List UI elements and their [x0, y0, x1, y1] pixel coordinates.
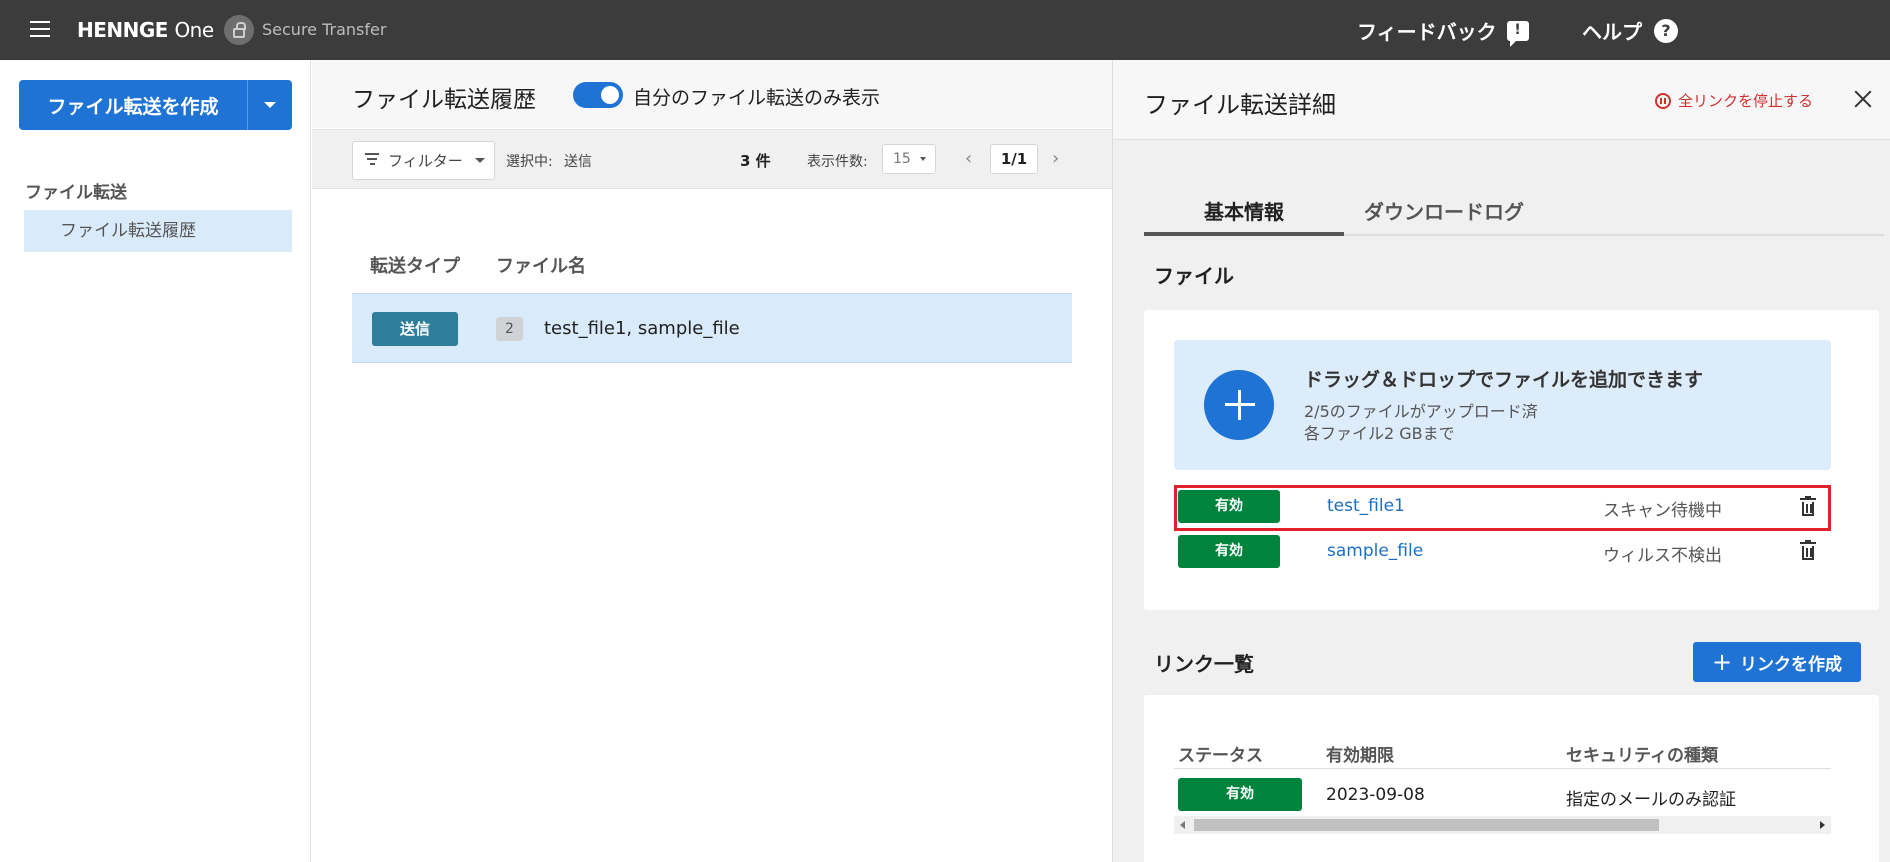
table-row[interactable]: 送信 2 test_file1, sample_file — [352, 293, 1072, 363]
tab-download-log[interactable]: ダウンロードログ — [1344, 192, 1544, 236]
feedback-icon: ! — [1506, 20, 1529, 47]
stop-all-links-button[interactable]: 全リンクを停止する — [1655, 90, 1813, 111]
file-row: 有効 test_file1 スキャン待機中 — [1174, 485, 1831, 531]
filter-button[interactable]: フィルター — [352, 141, 495, 180]
plus-icon: + — [1711, 648, 1733, 676]
menu-icon[interactable] — [30, 21, 50, 37]
own-transfers-toggle-label: 自分のファイル転送のみ表示 — [633, 87, 881, 109]
per-page-select[interactable]: 15 — [882, 144, 936, 174]
next-page-icon[interactable]: › — [1052, 148, 1059, 169]
column-header-expiry: 有効期限 — [1326, 746, 1394, 766]
scrollbar-thumb[interactable] — [1194, 819, 1659, 831]
detail-header: ファイル転送詳細 全リンクを停止する — [1113, 60, 1890, 140]
caret-down-icon — [474, 158, 485, 163]
create-link-button[interactable]: + リンクを作成 — [1693, 642, 1861, 682]
secure-transfer-lock-icon — [224, 15, 254, 45]
delete-icon[interactable] — [1800, 540, 1816, 561]
page-indicator[interactable]: 1/1 — [990, 144, 1038, 174]
prev-page-icon[interactable]: ‹ — [965, 148, 972, 169]
transfer-history-panel: ファイル転送履歴 自分のファイル転送のみ表示 フィルター 選択中: 送信 3 件… — [312, 60, 1112, 862]
create-transfer-split-button: ファイル転送を作成 — [19, 80, 292, 130]
files-section-title: ファイル — [1154, 264, 1234, 288]
file-count-badge: 2 — [496, 317, 523, 341]
pause-icon — [1655, 92, 1671, 109]
selected-value: 送信 — [564, 154, 592, 170]
files-card: ドラッグ＆ドロップでファイルを追加できます 2/5のファイルがアップロード済 各… — [1144, 310, 1879, 610]
scan-status: スキャン待機中 — [1603, 501, 1722, 521]
sidebar-section-title: ファイル転送 — [25, 183, 127, 203]
scroll-right-icon[interactable] — [1820, 821, 1825, 829]
history-toolbar: フィルター 選択中: 送信 3 件 表示件数: 15 ‹ 1/1 › — [312, 129, 1112, 189]
page-title: ファイル転送履歴 — [352, 87, 536, 113]
file-status-badge: 有効 — [1178, 535, 1280, 568]
result-count: 3 件 — [740, 152, 771, 170]
column-header-security: セキュリティの種類 — [1566, 746, 1718, 766]
per-page-value: 15 — [893, 151, 911, 167]
sidebar-item-transfer-history[interactable]: ファイル転送履歴 — [24, 210, 292, 252]
sidebar: ファイル転送を作成 ファイル転送 ファイル転送履歴 — [0, 60, 311, 862]
filter-icon — [365, 153, 379, 168]
brand-logo: HENNGE One — [77, 18, 214, 42]
feedback-link[interactable]: フィードバック ! — [1357, 16, 1529, 47]
help-label: ヘルプ — [1582, 20, 1642, 44]
links-section-title: リンク一覧 — [1154, 652, 1254, 676]
file-link[interactable]: test_file1 — [1327, 496, 1405, 516]
transfer-detail-panel: ファイル転送詳細 全リンクを停止する 基本情報 ダウンロードログ ファイル ドラ… — [1112, 60, 1890, 862]
brand-one: One — [174, 18, 214, 42]
upload-count: 2/5のファイルがアップロード済 — [1304, 402, 1538, 421]
column-header-filename: ファイル名 — [496, 256, 586, 277]
close-icon[interactable] — [1851, 87, 1875, 111]
top-bar: HENNGE One Secure Transfer フィードバック ! ヘルプ… — [0, 0, 1890, 60]
selected-label: 選択中: — [506, 154, 553, 170]
feedback-label: フィードバック — [1357, 20, 1497, 44]
brand-name: HENNGE — [77, 18, 168, 42]
help-link[interactable]: ヘルプ ? — [1582, 16, 1678, 45]
add-file-plus-icon[interactable] — [1204, 370, 1274, 440]
transfer-type-badge: 送信 — [372, 312, 458, 346]
file-link[interactable]: sample_file — [1327, 541, 1423, 561]
stop-all-label: 全リンクを停止する — [1678, 92, 1814, 110]
file-status-badge: 有効 — [1178, 490, 1280, 523]
drop-zone-title: ドラッグ＆ドロップでファイルを追加できます — [1304, 369, 1704, 391]
file-drop-zone[interactable]: ドラッグ＆ドロップでファイルを追加できます 2/5のファイルがアップロード済 各… — [1174, 340, 1831, 470]
links-card: ステータス 有効期限 セキュリティの種類 有効 2023-09-08 指定のメー… — [1144, 695, 1879, 862]
product-name: Secure Transfer — [262, 20, 387, 39]
per-page-label: 表示件数: — [807, 154, 868, 170]
horizontal-scrollbar[interactable] — [1174, 816, 1831, 834]
column-header-type: 転送タイプ — [370, 256, 460, 277]
delete-icon[interactable] — [1800, 496, 1816, 517]
detail-tabs: 基本情報 ダウンロードログ — [1144, 192, 1884, 236]
file-size-limit: 各ファイル2 GBまで — [1304, 424, 1455, 443]
link-expiry: 2023-09-08 — [1326, 785, 1425, 805]
create-transfer-button[interactable]: ファイル転送を作成 — [19, 80, 248, 130]
help-icon: ? — [1654, 18, 1678, 43]
link-status-badge: 有効 — [1178, 778, 1302, 811]
scroll-left-icon[interactable] — [1180, 821, 1185, 829]
link-security: 指定のメールのみ認証 — [1566, 790, 1736, 810]
file-row: 有効 sample_file ウィルス不検出 — [1174, 530, 1831, 576]
file-names: test_file1, sample_file — [544, 318, 740, 339]
own-transfers-toggle[interactable] — [573, 82, 623, 108]
create-transfer-dropdown[interactable] — [248, 80, 292, 130]
scan-status: ウィルス不検出 — [1603, 546, 1722, 566]
create-link-label: リンクを作成 — [1740, 654, 1843, 675]
divider — [1174, 768, 1831, 769]
tab-basic-info[interactable]: 基本情報 — [1144, 192, 1344, 236]
detail-title: ファイル転送詳細 — [1144, 91, 1336, 119]
filter-label: フィルター — [388, 152, 463, 170]
history-header: ファイル転送履歴 自分のファイル転送のみ表示 — [312, 60, 1112, 128]
caret-down-icon — [264, 102, 276, 108]
column-header-status: ステータス — [1178, 746, 1263, 766]
